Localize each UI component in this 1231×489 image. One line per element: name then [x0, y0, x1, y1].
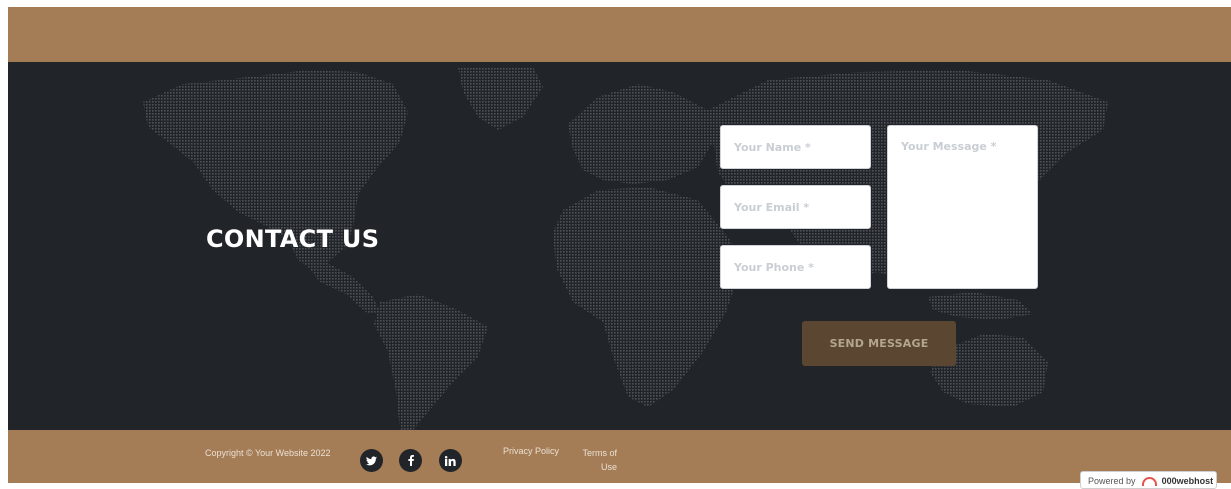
powered-by-badge[interactable]: Powered by 000webhost	[1080, 471, 1217, 489]
world-map-background	[143, 67, 1108, 430]
contact-title: CONTACT US	[206, 225, 380, 253]
powered-by-brand: 000webhost	[1161, 476, 1214, 486]
linkedin-icon[interactable]	[439, 449, 462, 472]
contact-section: CONTACT US SEND MESSAGE	[8, 62, 1231, 430]
header-band	[8, 7, 1231, 62]
webhost-logo-icon	[1142, 477, 1158, 487]
powered-by-label: Powered by	[1088, 476, 1136, 486]
email-field[interactable]	[720, 185, 871, 229]
message-field[interactable]	[887, 125, 1038, 289]
name-field[interactable]	[720, 125, 871, 169]
footer: Copyright © Your Website 2022 Privacy Po…	[8, 430, 1231, 483]
terms-of-use-link[interactable]: Terms of Use	[575, 446, 617, 474]
facebook-icon[interactable]	[399, 449, 422, 472]
twitter-icon[interactable]	[360, 449, 383, 472]
copyright-text: Copyright © Your Website 2022	[205, 448, 331, 458]
privacy-policy-link[interactable]: Privacy Policy	[503, 446, 559, 456]
send-message-button[interactable]: SEND MESSAGE	[802, 321, 956, 366]
phone-field[interactable]	[720, 245, 871, 289]
